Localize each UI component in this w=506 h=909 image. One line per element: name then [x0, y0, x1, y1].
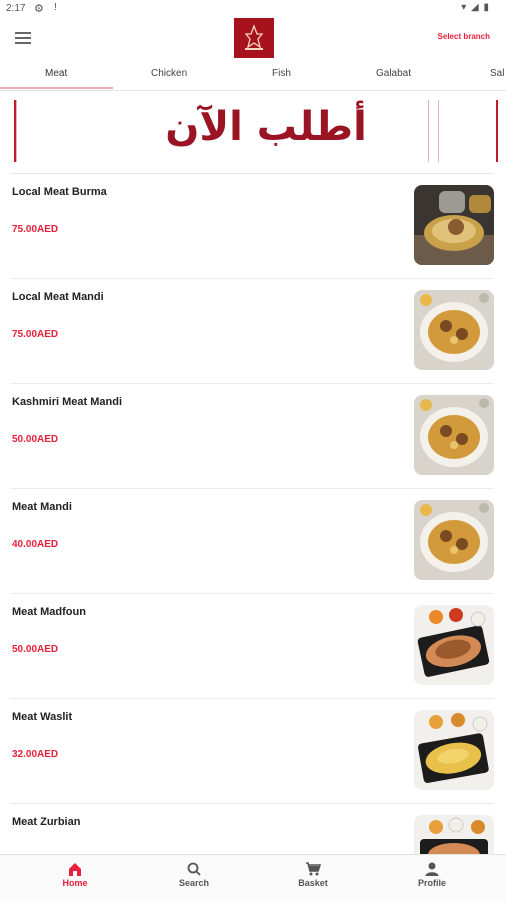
item-name: Meat Madfoun — [12, 606, 86, 618]
status-time: 2:17 — [6, 3, 26, 14]
nav-search-label: Search — [178, 878, 210, 888]
item-price: 40.00AED — [12, 539, 59, 550]
menu-icon[interactable] — [15, 32, 31, 44]
tab-galabat[interactable]: Galabat — [376, 68, 411, 79]
item-name: Local Meat Burma — [12, 186, 107, 198]
tab-sal[interactable]: Sal — [490, 68, 504, 79]
status-icons: ▾ ◢ ▮ — [461, 2, 490, 13]
cart-icon — [306, 862, 321, 876]
menu-item[interactable]: Meat Madfoun 50.00AED — [0, 594, 506, 699]
menu-item[interactable]: Meat Mandi 40.00AED — [0, 489, 506, 594]
item-image — [414, 185, 494, 265]
order-now-banner[interactable]: أطلب الآن — [14, 100, 498, 162]
signal-icon: ◢ — [471, 2, 480, 13]
gear-icon: ⚙ — [34, 3, 44, 15]
item-image — [414, 605, 494, 685]
menu-item[interactable]: Kashmiri Meat Mandi 50.00AED — [0, 384, 506, 489]
banner-text: أطلب الآن — [165, 104, 367, 150]
item-price: 75.00AED — [12, 224, 59, 235]
banner-divider — [428, 100, 429, 162]
tab-fish[interactable]: Fish — [272, 68, 291, 79]
item-price: 50.00AED — [12, 644, 59, 655]
search-icon — [187, 862, 201, 876]
banner-divider — [16, 100, 17, 162]
menu-item[interactable]: Local Meat Mandi 75.00AED — [0, 279, 506, 384]
item-image — [414, 395, 494, 475]
active-tab-indicator — [0, 87, 113, 89]
menu-item[interactable]: Local Meat Burma 75.00AED — [0, 174, 506, 279]
item-name: Meat Mandi — [12, 501, 72, 513]
nav-profile-label: Profile — [417, 878, 446, 888]
status-bar: 2:17 ⚙ ! ▾ ◢ ▮ — [0, 0, 506, 18]
home-icon — [69, 863, 81, 876]
item-price: 32.00AED — [12, 749, 59, 760]
nav-search[interactable]: Search — [154, 861, 234, 888]
item-image — [414, 500, 494, 580]
nav-basket-label: Basket — [298, 878, 328, 888]
alert-icon: ! — [54, 2, 57, 13]
banner-divider — [438, 100, 439, 162]
tab-chicken[interactable]: Chicken — [151, 68, 187, 79]
item-price: 75.00AED — [12, 329, 59, 340]
nav-profile[interactable]: Profile — [392, 861, 472, 888]
nav-basket[interactable]: Basket — [273, 861, 353, 888]
select-branch-button[interactable]: Select branch — [438, 32, 490, 41]
app-bar: Select branch — [0, 18, 506, 60]
item-name: Meat Waslit — [12, 711, 73, 723]
item-price: 50.00AED — [12, 434, 59, 445]
item-name: Kashmiri Meat Mandi — [12, 396, 123, 408]
person-icon — [425, 862, 439, 876]
item-image — [414, 710, 494, 790]
battery-icon: ▮ — [483, 2, 490, 13]
item-image — [414, 290, 494, 370]
item-name: Meat Zurbian — [12, 816, 81, 828]
menu-item[interactable]: Meat Waslit 32.00AED — [0, 699, 506, 804]
item-name: Local Meat Mandi — [12, 291, 104, 303]
restaurant-logo — [234, 18, 274, 58]
tab-meat[interactable]: Meat — [45, 68, 67, 79]
bottom-navigation: Home Search Basket Profile — [0, 854, 506, 901]
nav-home-label: Home — [62, 878, 88, 888]
wifi-icon: ▾ — [461, 2, 468, 13]
nav-home[interactable]: Home — [35, 861, 115, 888]
